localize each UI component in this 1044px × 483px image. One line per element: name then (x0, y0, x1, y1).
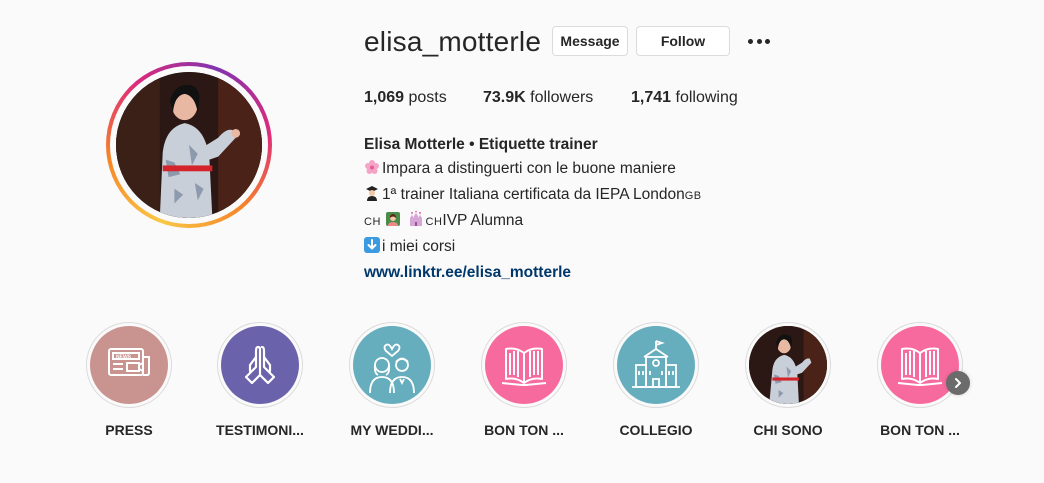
highlight-cover (881, 326, 959, 404)
highlight-testimonials[interactable]: TESTIMONI... (210, 322, 310, 438)
bio-line-4-text: i miei corsi (382, 238, 456, 255)
followers-label: followers (530, 89, 594, 106)
followers-stat[interactable]: 73.9K followers (483, 89, 593, 107)
cherry-blossom-icon (364, 159, 380, 183)
bio-line-1-text: Impara a distinguerti con le buone manie… (382, 160, 676, 177)
castle-icon (408, 211, 424, 235)
open-book-icon (501, 347, 547, 386)
posts-label: posts (408, 89, 447, 106)
highlight-label: BON TON ... (484, 422, 564, 438)
bio-line-3: CH CHIVP Alumna (364, 209, 702, 235)
highlight-label: MY WEDDI... (350, 422, 434, 438)
open-book-icon (897, 347, 943, 386)
more-options-icon[interactable] (748, 30, 770, 52)
profile-bio: Elisa Motterle • Etiquette trainer Impar… (364, 133, 702, 285)
svg-text:NEWS: NEWS (116, 355, 132, 361)
wedding-couple-icon (369, 343, 415, 394)
highlight-label: PRESS (105, 422, 153, 438)
praying-hands-icon (244, 345, 276, 385)
posts-count: 1,069 (364, 89, 405, 106)
ch-flag-text-2: CH (425, 216, 443, 228)
followers-count: 73.9K (483, 89, 526, 106)
message-button[interactable]: Message (552, 26, 628, 56)
highlight-cover (353, 326, 431, 404)
highlight-label: COLLEGIO (619, 422, 693, 438)
bio-line-1: Impara a distinguerti con le buone manie… (364, 157, 702, 183)
following-count: 1,741 (631, 89, 672, 106)
profile-photo (749, 326, 827, 404)
bio-line-2: 1ª trainer Italiana certificata da IEPA … (364, 183, 702, 209)
highlights-next-icon[interactable] (946, 371, 970, 395)
ch-flag-text: CH (364, 216, 381, 228)
highlight-cover (617, 326, 695, 404)
highlight-cover (221, 326, 299, 404)
highlight-label: CHI SONO (753, 422, 823, 438)
down-arrow-icon (364, 237, 380, 261)
highlight-collegio[interactable]: COLLEGIO (606, 322, 706, 438)
avatar-photo (116, 72, 262, 218)
highlight-chi-sono[interactable]: CHI SONO (738, 322, 838, 438)
bio-link[interactable]: www.linktr.ee/elisa_motterle (364, 264, 571, 281)
following-label: following (675, 89, 738, 106)
highlight-cover (749, 326, 827, 404)
highlight-cover: NEWS (90, 326, 168, 404)
follow-button[interactable]: Follow (636, 26, 730, 56)
profile-avatar[interactable] (106, 62, 272, 228)
highlight-wedding[interactable]: MY WEDDI... (342, 322, 442, 438)
bio-line-4: i miei corsi (364, 235, 702, 261)
teacher-icon (385, 211, 401, 235)
graduate-icon (364, 185, 380, 209)
profile-username: elisa_motterle (364, 26, 542, 57)
news-icon: NEWS (108, 348, 150, 376)
posts-stat: 1,069 posts (364, 89, 447, 107)
highlight-bon-ton-1[interactable]: BON TON ... (474, 322, 574, 438)
highlight-label: BON TON ... (880, 422, 960, 438)
highlight-label: TESTIMONI... (216, 422, 304, 438)
bio-line-3-text: IVP Alumna (442, 212, 524, 229)
highlight-cover (485, 326, 563, 404)
highlight-press[interactable]: NEWS PRESS (79, 322, 179, 438)
bio-name: Elisa Motterle • Etiquette trainer (364, 136, 598, 153)
gb-flag-text: GB (684, 190, 702, 202)
bio-line-2-text: 1ª trainer Italiana certificata da IEPA … (382, 186, 685, 203)
college-building-icon (632, 340, 680, 388)
following-stat[interactable]: 1,741 following (631, 89, 738, 107)
